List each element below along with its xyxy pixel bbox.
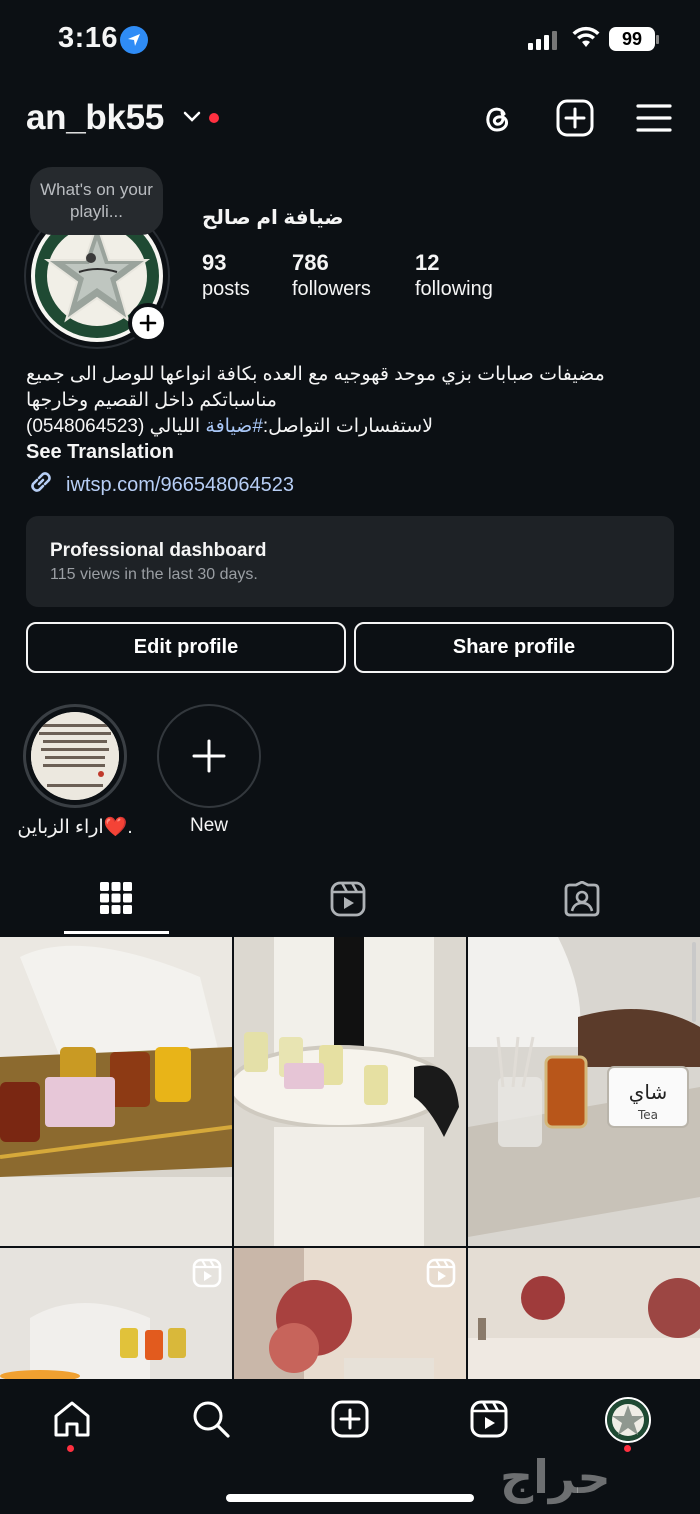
reels-icon[interactable]	[469, 1399, 509, 1444]
link-icon	[26, 467, 56, 503]
svg-text:Tea: Tea	[637, 1108, 658, 1122]
stat-following-label: following	[415, 278, 493, 300]
bio-line-3: لاستفسارات التواصل:#ضيافة الليالي (05480…	[26, 414, 674, 440]
edit-profile-button[interactable]: Edit profile	[26, 622, 346, 673]
battery-indicator: 99	[609, 27, 655, 51]
create-post-icon[interactable]	[556, 99, 594, 142]
wifi-icon	[572, 26, 600, 53]
dashboard-title: Professional dashboard	[50, 540, 267, 561]
grid-post-4[interactable]	[0, 1248, 232, 1379]
menu-icon[interactable]	[636, 103, 672, 138]
scrollbar[interactable]	[692, 942, 696, 1022]
search-icon[interactable]	[191, 1399, 231, 1444]
stat-following-count: 12	[415, 250, 440, 275]
bio-link-text[interactable]: iwtsp.com/966548064523	[66, 474, 294, 497]
home-notification-dot	[67, 1445, 74, 1452]
tab-reels-icon[interactable]	[330, 881, 366, 922]
stat-posts[interactable]: 93 posts	[202, 250, 250, 301]
display-name: ضيافة ام صالح	[202, 207, 344, 229]
share-profile-button[interactable]: Share profile	[354, 622, 674, 673]
stat-posts-label: posts	[202, 278, 250, 300]
new-highlight-button[interactable]	[157, 704, 261, 808]
bio-line-2: مناسباتكم داخل القصيم وخارجها	[26, 390, 277, 411]
create-icon[interactable]	[330, 1399, 370, 1444]
grid-post-6[interactable]	[468, 1248, 700, 1379]
grid-post-1[interactable]	[0, 937, 232, 1246]
plus-icon	[192, 739, 226, 773]
notification-dot	[209, 113, 219, 123]
bio-line-3-prefix: لاستفسارات التواصل:	[262, 416, 434, 437]
post-image-juice-tray	[234, 937, 466, 1246]
see-translation-link[interactable]: See Translation	[26, 441, 174, 464]
bio-link[interactable]: iwtsp.com/966548064523	[26, 467, 294, 503]
profile-tab-avatar[interactable]	[605, 1397, 651, 1443]
home-icon[interactable]	[52, 1399, 92, 1444]
stat-posts-count: 93	[202, 250, 227, 275]
reel-icon	[426, 1258, 456, 1293]
account-username[interactable]: an_bk55	[26, 98, 164, 138]
bio-text: مضيفات صبابات بزي موحد قهوجيه مع العده ب…	[26, 362, 674, 440]
grid-post-3[interactable]: شاي Tea	[468, 937, 700, 1246]
battery-cap	[656, 35, 659, 44]
stat-followers[interactable]: 786 followers	[292, 250, 371, 301]
tab-tagged-icon[interactable]	[564, 880, 600, 922]
highlight-ring	[23, 704, 127, 808]
reel-icon	[192, 1258, 222, 1293]
watermark: حراج	[500, 1450, 611, 1504]
profile-notification-dot	[624, 1445, 631, 1452]
post-image-tea-tray	[0, 937, 232, 1246]
professional-dashboard[interactable]: Professional dashboard 115 views in the …	[26, 516, 674, 607]
bio-line-1: مضيفات صبابات بزي موحد قهوجيه مع العده ب…	[26, 364, 605, 385]
tab-posts-grid-icon[interactable]	[99, 881, 133, 920]
threads-icon[interactable]	[478, 99, 516, 142]
chevron-down-icon[interactable]	[182, 110, 202, 129]
post-image-6	[468, 1248, 700, 1379]
stat-followers-label: followers	[292, 278, 371, 300]
home-indicator	[226, 1494, 474, 1502]
note-bubble[interactable]: What's on your playli...	[30, 167, 163, 235]
location-arrow-icon	[120, 26, 148, 54]
svg-text:شاي: شاي	[629, 1080, 668, 1105]
grid-post-2[interactable]	[234, 937, 466, 1246]
add-story-icon[interactable]	[128, 303, 168, 343]
highlight-label: اراء الزباين❤️.	[17, 817, 133, 838]
new-highlight-label: New	[189, 815, 228, 836]
dashboard-subtitle: 115 views in the last 30 days.	[50, 566, 258, 583]
highlight-reviews[interactable]	[23, 704, 127, 808]
highlight-thumbnail	[31, 712, 119, 800]
grid-post-5[interactable]	[234, 1248, 466, 1379]
stat-following[interactable]: 12 following	[415, 250, 493, 301]
stat-followers-count: 786	[292, 250, 329, 275]
bio-hashtag[interactable]: #ضيافة	[205, 416, 263, 437]
bio-line-3-suffix: الليالي (0548064523)	[26, 416, 206, 437]
status-time: 3:16	[58, 22, 119, 54]
post-image-tea-glass: شاي Tea	[468, 937, 700, 1246]
active-tab-indicator	[64, 931, 169, 934]
cellular-signal-icon	[528, 28, 557, 50]
